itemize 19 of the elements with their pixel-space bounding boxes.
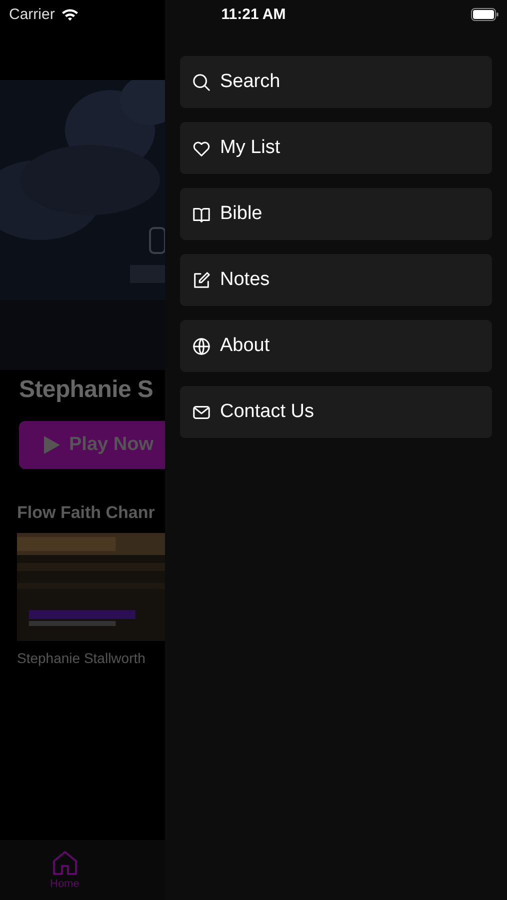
search-icon	[192, 72, 211, 92]
menu-item[interactable]: My List	[180, 122, 492, 174]
carrier-name: Carrier	[9, 6, 55, 22]
home-icon	[52, 850, 78, 876]
video-caption: Stephanie Stallworth	[17, 650, 146, 666]
section-title: Flow Faith Chanr	[17, 503, 156, 523]
edit-icon	[192, 270, 211, 290]
status-time: 11:21 AM	[221, 6, 286, 22]
heart-icon	[192, 138, 211, 158]
menu-item[interactable]: Bible	[180, 188, 492, 240]
battery-icon	[471, 8, 499, 20]
show-title: Stephanie S	[19, 376, 154, 404]
menu-item[interactable]: About	[180, 320, 492, 372]
menu-item[interactable]: Contact Us	[180, 386, 492, 438]
menu-item[interactable]: Search	[180, 56, 492, 108]
globe-icon	[192, 336, 211, 356]
menu-item[interactable]: Notes	[180, 254, 492, 306]
play-icon	[43, 435, 61, 455]
wifi-icon	[60, 8, 79, 20]
